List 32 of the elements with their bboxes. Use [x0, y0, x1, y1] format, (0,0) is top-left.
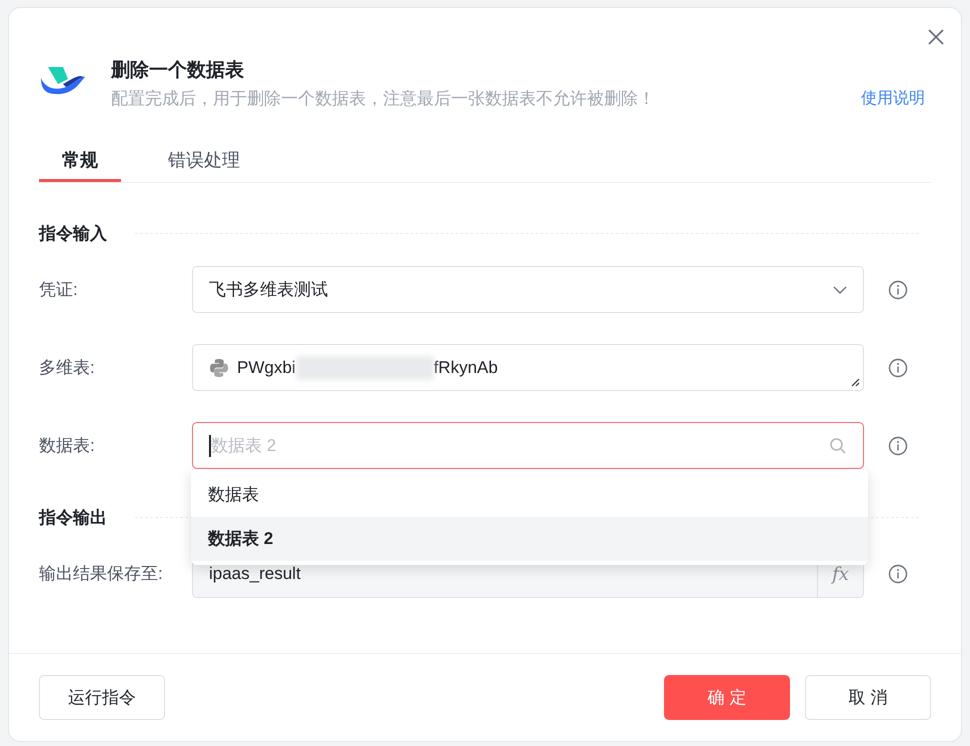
tab[interactable]: 常规	[39, 142, 121, 182]
text-cursor-icon	[209, 434, 211, 456]
code-field[interactable]: PWgxbi fRkynAb	[192, 344, 864, 391]
search-input[interactable]: 数据表 2	[211, 432, 511, 458]
section-title: 指令输入	[39, 222, 107, 244]
field-value: fRkynAb	[434, 356, 498, 379]
info-icon[interactable]	[888, 280, 908, 300]
field-label: 多维表:	[39, 356, 96, 379]
dialog-subtitle: 配置完成后，用于删除一个数据表，注意最后一张数据表不允许被删除！	[111, 88, 655, 110]
field-value: ipaas_result	[208, 563, 302, 586]
section-title: 指令输出	[39, 507, 107, 529]
field-label: 数据表:	[39, 434, 96, 457]
info-icon[interactable]	[888, 564, 908, 584]
dropdown-option[interactable]: 数据表 2	[191, 516, 868, 560]
cancel-button[interactable]: 取 消	[805, 675, 931, 720]
field-label: 凭证:	[39, 278, 79, 301]
tab[interactable]: 错误处理	[145, 142, 263, 182]
field-label: 输出结果保存至:	[39, 563, 164, 586]
search-field[interactable]: 数据表 2	[192, 422, 864, 469]
run-button[interactable]: 运行指令	[39, 675, 165, 720]
resize-handle-icon[interactable]	[850, 377, 860, 387]
help-link[interactable]: 使用说明	[861, 86, 925, 111]
search-icon	[829, 436, 847, 454]
chevron-down-icon	[833, 286, 847, 294]
field-value: PWgxbi	[237, 356, 296, 379]
select-field[interactable]: 飞书多维表测试	[192, 266, 864, 313]
close-icon[interactable]	[927, 28, 945, 46]
dialog-title: 删除一个数据表	[111, 59, 245, 83]
info-icon[interactable]	[888, 436, 908, 456]
python-icon	[209, 358, 229, 378]
dropdown-option[interactable]: 数据表	[191, 472, 868, 516]
info-icon[interactable]	[888, 358, 908, 378]
